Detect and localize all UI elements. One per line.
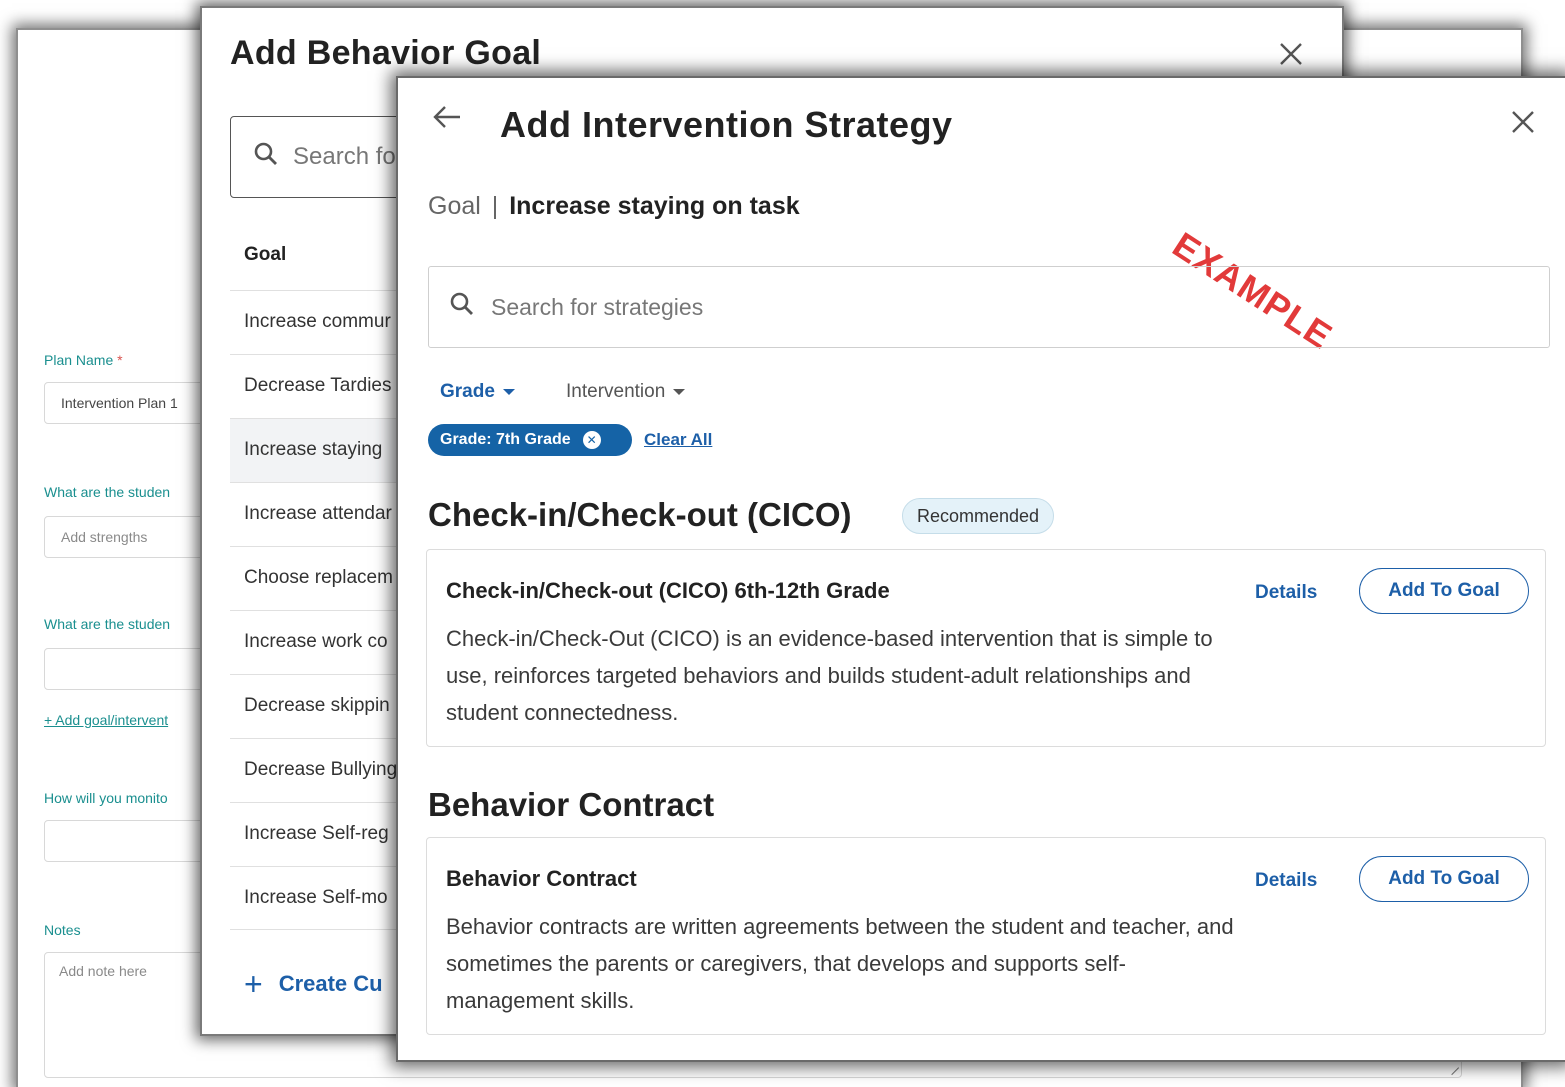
grade-filter-chip[interactable]: Grade: 7th Grade ✕ (428, 424, 632, 456)
close-icon[interactable] (1278, 38, 1304, 75)
details-link[interactable]: Details (1255, 582, 1317, 604)
search-icon (253, 141, 279, 174)
strengths-label: What are the studen (44, 484, 171, 500)
strategy-card-title: Check-in/Check-out (CICO) 6th-12th Grade (446, 578, 890, 603)
grade-filter-dropdown[interactable]: Grade (440, 381, 515, 403)
recommended-badge: Recommended (902, 498, 1055, 534)
strategy-search-placeholder: Search for strategies (491, 293, 704, 320)
search-icon (449, 291, 475, 323)
monitor-label: How will you monito (44, 790, 168, 806)
create-custom-goal-button[interactable]: + Create Cu (244, 968, 383, 1000)
strategy-card-description: Behavior contracts are written agreement… (446, 914, 1234, 1013)
plus-icon: + (244, 966, 263, 1002)
section-title: Check-in/Check-out (CICO) (428, 496, 852, 533)
section-title: Behavior Contract (428, 786, 715, 823)
arrow-left-icon[interactable] (432, 104, 462, 138)
intervention-filter-label: Intervention (566, 381, 666, 402)
required-mark: * (117, 352, 123, 368)
plan-name-label-text: Plan Name (44, 352, 114, 368)
resize-grip-icon[interactable] (1444, 1060, 1460, 1076)
notes-label: Notes (44, 922, 81, 938)
close-icon[interactable] (1510, 106, 1536, 143)
strategy-card: Behavior Contract Behavior contracts are… (426, 837, 1546, 1035)
clear-all-link[interactable]: Clear All (644, 430, 712, 450)
add-goal-link[interactable]: + Add goal/intervent (44, 712, 168, 728)
second-question-label: What are the studen (44, 616, 171, 632)
remove-chip-icon[interactable]: ✕ (582, 431, 601, 449)
notes-placeholder: Add note here (59, 963, 147, 979)
goal-label: Goal (428, 192, 481, 220)
goal-column-header: Goal (244, 244, 287, 265)
goal-value: Increase staying on task (509, 192, 800, 220)
behavior-goal-title: Add Behavior Goal (230, 34, 542, 72)
intervention-filter-dropdown[interactable]: Intervention (566, 381, 686, 403)
caret-down-icon (502, 389, 515, 395)
plan-name-label: Plan Name * (44, 352, 123, 368)
strategy-dialog-title: Add Intervention Strategy (500, 104, 953, 145)
add-intervention-strategy-dialog: Add Intervention Strategy Goal | Increas… (398, 78, 1565, 1060)
strategy-card: Check-in/Check-out (CICO) 6th-12th Grade… (426, 549, 1546, 747)
goal-separator: | (491, 192, 499, 220)
strategy-card-description: Check-in/Check-Out (CICO) is an evidence… (446, 626, 1213, 725)
selected-goal-line: Goal | Increase staying on task (428, 192, 800, 221)
add-to-goal-button[interactable]: Add To Goal (1359, 856, 1529, 902)
strategy-card-title: Behavior Contract (446, 866, 637, 891)
strategy-search-input[interactable]: Search for strategies (428, 266, 1550, 348)
create-custom-goal-label: Create Cu (278, 971, 383, 996)
chip-label: Grade: 7th Grade (440, 431, 571, 448)
grade-filter-label: Grade (440, 381, 495, 402)
add-to-goal-button[interactable]: Add To Goal (1359, 568, 1529, 614)
details-link[interactable]: Details (1255, 870, 1317, 892)
caret-down-icon (673, 389, 686, 395)
goal-search-placeholder: Search fo (293, 143, 396, 170)
